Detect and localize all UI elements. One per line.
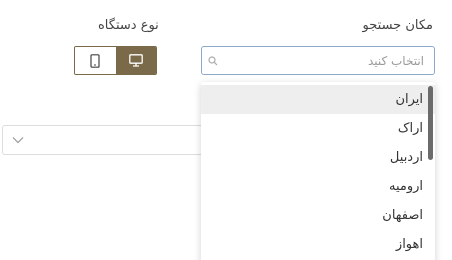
location-option[interactable]: اهواز [201, 230, 435, 259]
mobile-icon [90, 53, 100, 68]
desktop-device-button[interactable] [115, 47, 156, 74]
device-type-toggle [74, 46, 157, 75]
mobile-device-button[interactable] [75, 47, 116, 74]
location-option[interactable]: ایران [201, 85, 435, 114]
location-dropdown: ایران اراک اردبیل ارومیه اصفهان اهواز [201, 82, 435, 260]
location-option[interactable]: ارومیه [201, 172, 435, 201]
desktop-icon [128, 54, 143, 67]
location-option[interactable]: اراک [201, 114, 435, 143]
location-options-list: ایران اراک اردبیل ارومیه اصفهان اهواز [201, 82, 435, 259]
location-search-input[interactable] [224, 47, 434, 74]
dropdown-scrollbar[interactable] [428, 86, 433, 160]
background-select[interactable] [2, 125, 202, 155]
location-search-field[interactable] [201, 46, 435, 75]
search-icon [202, 47, 224, 74]
page: مکان جستجو نوع دستگاه انتخاب کنید ایران … [0, 0, 452, 260]
location-option[interactable]: اصفهان [201, 201, 435, 230]
chevron-down-icon [12, 136, 24, 144]
device-type-label: نوع دستگاه [98, 18, 159, 33]
location-option[interactable]: اردبیل [201, 143, 435, 172]
search-location-label: مکان جستجو [362, 18, 433, 33]
